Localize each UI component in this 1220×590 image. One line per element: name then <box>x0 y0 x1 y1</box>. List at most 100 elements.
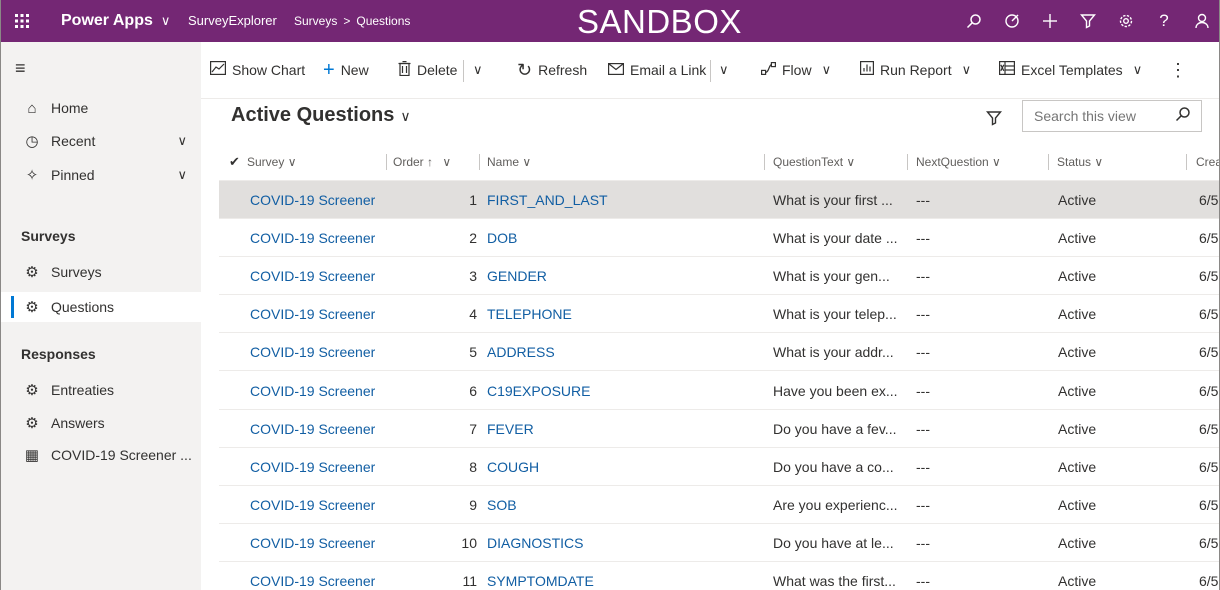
cell-name[interactable]: SOB <box>487 486 517 524</box>
lightbulb-icon[interactable] <box>993 0 1031 42</box>
nav-item-recent[interactable]: ◷ Recent ∨ <box>1 126 201 156</box>
column-divider[interactable] <box>764 154 765 170</box>
cell-name[interactable]: COUGH <box>487 448 539 486</box>
cell-nextquestion: --- <box>916 383 930 399</box>
new-button[interactable]: + New <box>323 42 369 98</box>
cell-nextquestion: --- <box>916 535 930 551</box>
excel-templates-button[interactable]: Excel Templates ∨ <box>999 42 1142 98</box>
column-divider[interactable] <box>386 154 387 170</box>
cell-survey[interactable]: COVID-19 Screener <box>250 448 375 486</box>
column-header-nextquestion[interactable]: NextQuestion ∨ <box>916 144 1001 180</box>
help-icon[interactable]: ? <box>1145 0 1183 42</box>
cell-survey[interactable]: COVID-19 Screener <box>250 562 375 590</box>
cell-name[interactable]: TELEPHONE <box>487 295 572 333</box>
table-row[interactable]: COVID-19 Screener 1 FIRST_AND_LAST What is … <box>219 181 1219 219</box>
top-bar-actions: ? <box>955 0 1219 42</box>
table-row[interactable]: COVID-19 Screener 2 DOB What is your date .… <box>219 219 1219 257</box>
cell-survey[interactable]: COVID-19 Screener <box>250 219 375 257</box>
column-header-created[interactable]: Crea <box>1196 144 1220 180</box>
nav-item-surveys[interactable]: ⚙ Surveys <box>1 257 201 287</box>
cell-survey[interactable]: COVID-19 Screener <box>250 524 375 562</box>
email-link-button[interactable]: Email a Link <box>608 42 706 98</box>
nav-item-covid-screener[interactable]: ▦ COVID-19 Screener ... <box>1 440 201 470</box>
cell-survey[interactable]: COVID-19 Screener <box>250 410 375 448</box>
search-icon[interactable] <box>955 0 993 42</box>
cell-survey[interactable]: COVID-19 Screener <box>250 372 375 410</box>
nav-item-home[interactable]: ⌂ Home <box>1 93 201 123</box>
app-title[interactable]: Power Apps ∨ <box>61 0 170 42</box>
table-row[interactable]: COVID-19 Screener 9 SOB Are you experienc..… <box>219 486 1219 524</box>
cell-questiontext: Are you experienc... <box>773 497 898 513</box>
more-commands-dropdown[interactable]: ∨ <box>719 42 729 98</box>
filter-icon[interactable] <box>1069 0 1107 42</box>
cell-status: Active <box>1058 192 1097 208</box>
cell-survey[interactable]: COVID-19 Screener <box>250 486 375 524</box>
nav-item-questions[interactable]: ⚙ Questions <box>1 292 201 322</box>
column-divider[interactable] <box>1048 154 1049 170</box>
view-selector[interactable]: Active Questions ∨ <box>231 104 411 127</box>
gear-icon[interactable] <box>1107 0 1145 42</box>
search-icon[interactable] <box>1175 106 1191 127</box>
table-row[interactable]: COVID-19 Screener 11 SYMPTOMDATE What was t… <box>219 562 1219 590</box>
hamburger-menu-icon[interactable]: ≡ <box>15 58 26 79</box>
search-input[interactable] <box>1032 101 1176 131</box>
run-report-button[interactable]: Run Report ∨ <box>860 42 971 98</box>
puzzle-icon: ⚙ <box>25 415 39 432</box>
cell-order: 9 <box>469 497 477 513</box>
refresh-button[interactable]: ↻ Refresh <box>517 42 587 98</box>
app-module-name[interactable]: SurveyExplorer <box>188 0 277 42</box>
user-icon[interactable] <box>1183 0 1219 42</box>
column-header-survey[interactable]: Survey ∨ <box>247 144 297 180</box>
column-divider[interactable] <box>479 154 480 170</box>
cell-name[interactable]: SYMPTOMDATE <box>487 562 594 590</box>
cell-name[interactable]: GENDER <box>487 257 547 295</box>
table-row[interactable]: COVID-19 Screener 5 ADDRESS What is your ad… <box>219 333 1219 371</box>
column-header-questiontext[interactable]: QuestionText ∨ <box>773 144 855 180</box>
column-divider[interactable] <box>1186 154 1187 170</box>
cell-name[interactable]: FIRST_AND_LAST <box>487 181 608 219</box>
cell-name[interactable]: C19EXPOSURE <box>487 372 590 410</box>
plus-icon[interactable] <box>1031 0 1069 42</box>
app-launcher-icon[interactable] <box>1 0 43 42</box>
puzzle-icon: ⚙ <box>25 299 39 316</box>
cell-survey[interactable]: COVID-19 Screener <box>250 181 375 219</box>
table-row[interactable]: COVID-19 Screener 3 GENDER What is your gen… <box>219 257 1219 295</box>
screener-icon: ▦ <box>24 447 40 464</box>
cell-survey[interactable]: COVID-19 Screener <box>250 295 375 333</box>
breadcrumb-surveys[interactable]: Surveys <box>294 14 337 28</box>
flow-button[interactable]: Flow ∨ <box>761 42 831 98</box>
cell-created: 6/5 <box>1199 192 1219 208</box>
table-row[interactable]: COVID-19 Screener 8 COUGH Do you have a co.… <box>219 448 1219 486</box>
column-header-label: Crea <box>1196 155 1220 169</box>
table-row[interactable]: COVID-19 Screener 10 DIAGNOSTICS Do you hav… <box>219 524 1219 562</box>
select-all-checkbox[interactable]: ✔ <box>229 154 240 170</box>
column-header-name[interactable]: Name ∨ <box>487 144 531 180</box>
cell-name[interactable]: DOB <box>487 219 517 257</box>
chevron-down-icon: ∨ <box>961 62 972 77</box>
more-options-icon[interactable]: ⋮ <box>1169 42 1187 98</box>
column-header-status[interactable]: Status ∨ <box>1057 144 1103 180</box>
delete-more-dropdown[interactable]: ∨ <box>473 42 483 98</box>
nav-item-entreaties[interactable]: ⚙ Entreaties <box>1 375 201 405</box>
table-row[interactable]: COVID-19 Screener 6 C19EXPOSURE Have you be… <box>219 372 1219 410</box>
breadcrumb-questions[interactable]: Questions <box>356 14 410 28</box>
nav-item-answers[interactable]: ⚙ Answers <box>1 408 201 438</box>
nav-item-pinned[interactable]: ✧ Pinned ∨ <box>1 160 201 190</box>
column-header-order[interactable]: Order ↑ ∨ <box>393 144 451 180</box>
cell-name[interactable]: FEVER <box>487 410 534 448</box>
breadcrumb: Surveys > Questions <box>294 0 410 42</box>
cell-survey[interactable]: COVID-19 Screener <box>250 333 375 371</box>
clock-icon: ◷ <box>25 133 39 150</box>
app-window: Power Apps ∨ SurveyExplorer Surveys > Quest… <box>0 0 1220 590</box>
column-divider[interactable] <box>907 154 908 170</box>
table-row[interactable]: COVID-19 Screener 7 FEVER Do you have a fev… <box>219 410 1219 448</box>
cell-name[interactable]: ADDRESS <box>487 333 555 371</box>
delete-button[interactable]: Delete <box>398 42 457 98</box>
table-row[interactable]: COVID-19 Screener 4 TELEPHONE What is your … <box>219 295 1219 333</box>
cell-survey[interactable]: COVID-19 Screener <box>250 257 375 295</box>
chevron-down-icon: ∨ <box>821 62 832 77</box>
cell-name[interactable]: DIAGNOSTICS <box>487 524 583 562</box>
cell-nextquestion: --- <box>916 421 930 437</box>
filter-icon[interactable] <box>986 110 1002 131</box>
show-chart-button[interactable]: Show Chart <box>210 42 305 98</box>
